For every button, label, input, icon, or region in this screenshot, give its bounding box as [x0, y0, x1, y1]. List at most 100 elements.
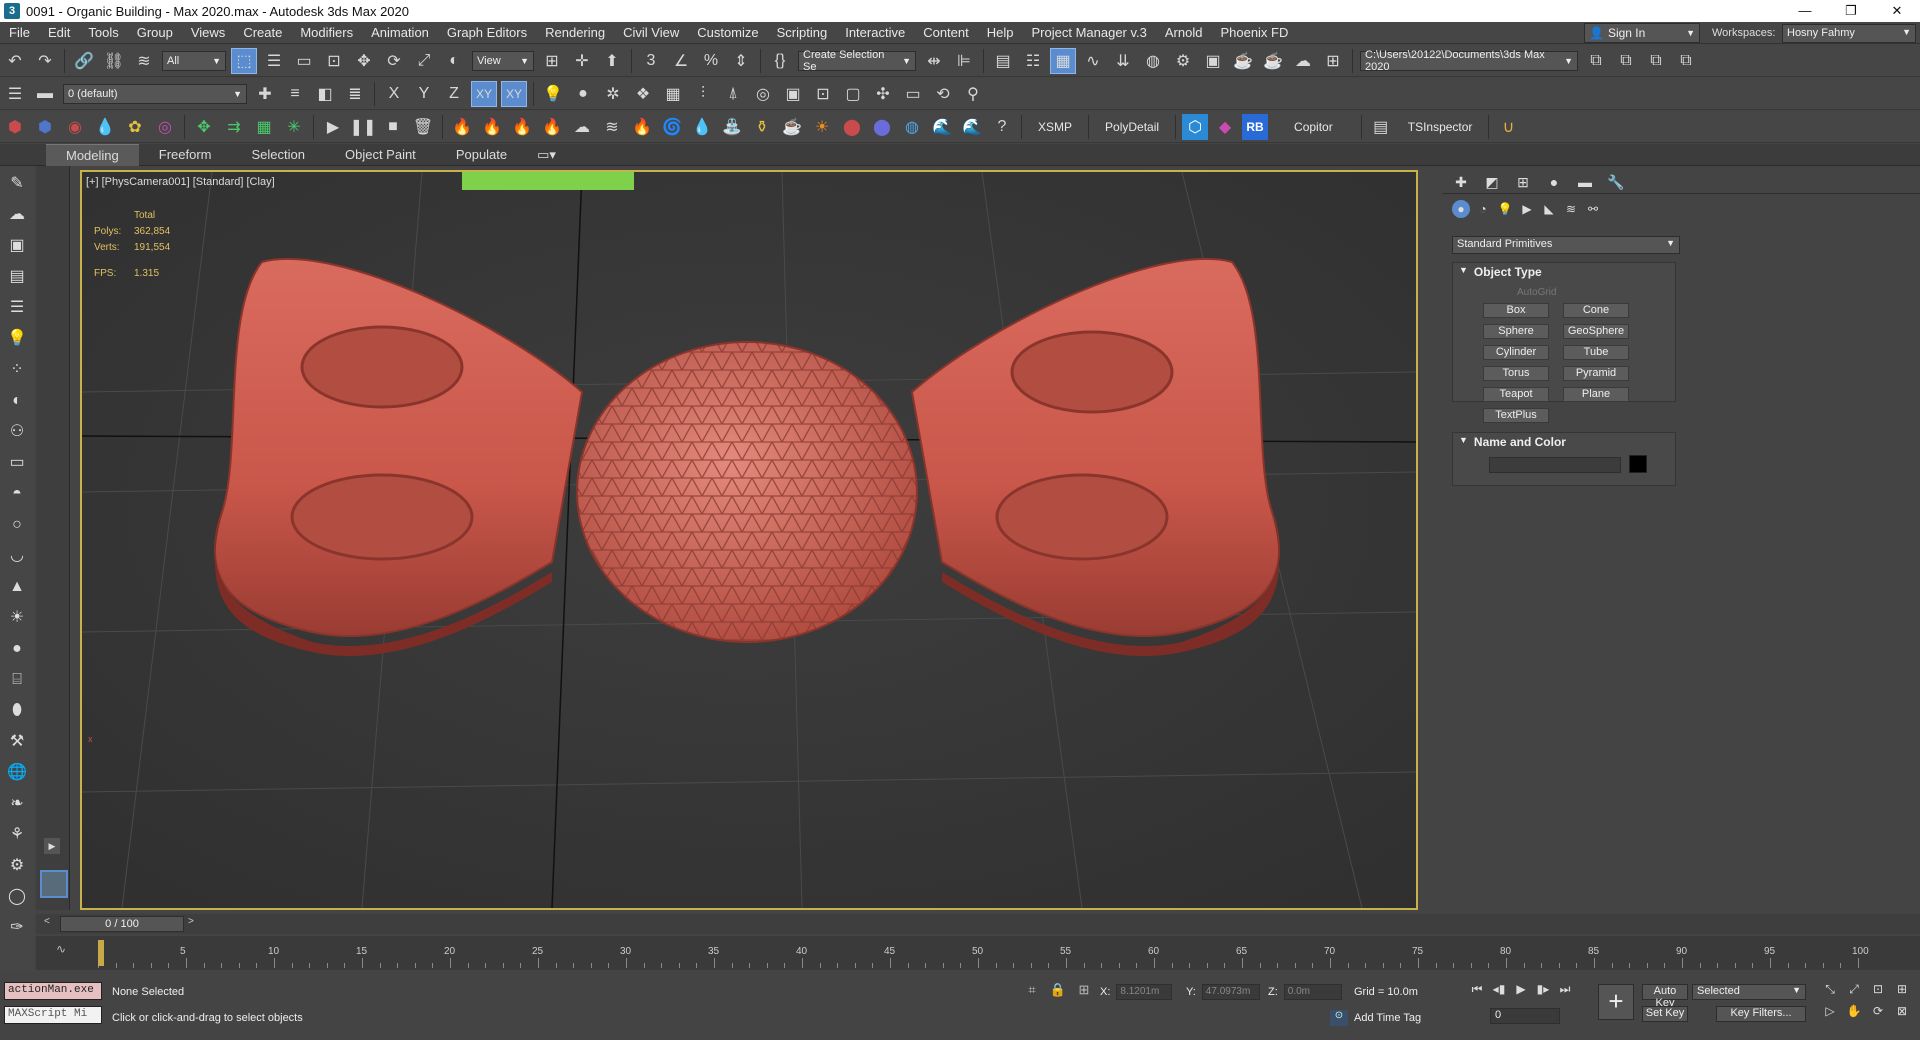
tab-populate[interactable]: Populate: [436, 144, 527, 166]
bulb-icon[interactable]: ⚲: [960, 81, 986, 107]
grid-green-icon[interactable]: ▦: [251, 114, 277, 140]
leaf-icon[interactable]: ❧: [4, 791, 30, 817]
teapot-button[interactable]: Teapot: [1483, 387, 1549, 402]
xsmp-button[interactable]: XSMP: [1026, 120, 1084, 134]
geometry-icon[interactable]: ●: [1452, 200, 1470, 218]
plane-button[interactable]: Plane: [1563, 387, 1629, 402]
paint-icon[interactable]: ◐: [4, 388, 30, 414]
stop-icon[interactable]: ■: [380, 114, 406, 140]
sun-icon[interactable]: ☀: [4, 605, 30, 631]
script-icon[interactable]: ✑: [4, 915, 30, 941]
render-iterative-icon[interactable]: ☕: [1260, 48, 1286, 74]
copitor-button[interactable]: Copitor: [1270, 120, 1357, 134]
y-field[interactable]: 47.0973m: [1201, 984, 1260, 1000]
diamond-plugin-icon[interactable]: ◆: [1212, 114, 1238, 140]
lights-icon[interactable]: 💡: [1496, 200, 1514, 218]
menu-views[interactable]: Views: [182, 25, 234, 40]
maxscript-mini-listener[interactable]: MAXScript Mi: [4, 1006, 102, 1024]
reference-coordinate-dropdown[interactable]: View ▼: [472, 50, 534, 71]
undo-icon[interactable]: ↶: [2, 48, 28, 74]
zoom-icon[interactable]: ⤡: [1818, 982, 1842, 1004]
menu-help[interactable]: Help: [978, 25, 1023, 40]
tab-modeling[interactable]: Modeling: [46, 143, 139, 166]
add-time-tag[interactable]: ⊙ Add Time Tag: [1330, 1010, 1421, 1026]
unlink-icon[interactable]: ⛓: [101, 48, 127, 74]
purple-icon[interactable]: ⬤: [869, 114, 895, 140]
menu-scripting[interactable]: Scripting: [768, 25, 837, 40]
field-of-view-icon[interactable]: ▷: [1818, 1004, 1842, 1026]
tab-freeform[interactable]: Freeform: [139, 144, 232, 166]
category-dropdown[interactable]: Standard Primitives ▼: [1452, 236, 1680, 254]
menu-create[interactable]: Create: [234, 25, 291, 40]
toggle-scene-explorer-icon[interactable]: ▤: [990, 48, 1016, 74]
display-tab-icon[interactable]: ▬: [1572, 171, 1598, 193]
hf-icon[interactable]: ⚘: [4, 822, 30, 848]
set-project-folder-icon[interactable]: ⧉: [1583, 48, 1609, 74]
group-icon[interactable]: ⚇: [4, 419, 30, 445]
cube-plugin-icon[interactable]: ⬡: [1182, 113, 1209, 140]
layer-explorer-icon[interactable]: ☰: [2, 81, 28, 107]
bind-space-warp-icon[interactable]: ≋: [131, 48, 157, 74]
help-icon[interactable]: ?: [989, 114, 1015, 140]
absolute-mode-icon[interactable]: ⊞: [1074, 982, 1094, 1000]
select-object-icon[interactable]: ⬚: [231, 47, 257, 74]
workspace-dropdown[interactable]: Hosny Fahmy ▼: [1782, 24, 1916, 43]
burst-icon[interactable]: ✳: [281, 114, 307, 140]
box-primitive-icon[interactable]: ⬢: [2, 114, 28, 140]
cloud-icon[interactable]: ☁: [4, 202, 30, 228]
menu-civil-view[interactable]: Civil View: [614, 25, 688, 40]
geo-icon[interactable]: ⬢: [32, 114, 58, 140]
region-icon[interactable]: ▭: [900, 81, 926, 107]
key-filters-button[interactable]: Key Filters...: [1716, 1006, 1806, 1022]
named-selection-dropdown[interactable]: Create Selection Se ▼: [798, 49, 916, 73]
time-next-button[interactable]: >: [188, 916, 200, 932]
go-to-start-icon[interactable]: ⏮: [1466, 982, 1488, 1000]
axis-xy-button[interactable]: XY: [471, 80, 497, 107]
modify-tab-icon[interactable]: ◩: [1479, 171, 1505, 193]
next-frame-icon[interactable]: ▮▸: [1532, 982, 1554, 1000]
keyboard-shortcut-override-icon[interactable]: ⬆: [599, 48, 625, 74]
footsteps-icon[interactable]: ⍋: [720, 81, 746, 107]
light-icon[interactable]: 💡: [4, 326, 30, 352]
create-icon[interactable]: ✎: [4, 171, 30, 197]
rect-icon[interactable]: ▭: [4, 450, 30, 476]
space-warps-icon[interactable]: ≋: [1562, 200, 1580, 218]
dome-icon[interactable]: ◓: [4, 481, 30, 507]
create-new-layer-icon[interactable]: ✚: [252, 81, 278, 107]
cone-button[interactable]: Cone: [1563, 303, 1629, 318]
fire-smoke-icon[interactable]: ☀: [809, 114, 835, 140]
fire-simulator-icon[interactable]: 🔥: [479, 114, 505, 140]
helpers-icon[interactable]: ◣: [1540, 200, 1558, 218]
tsinspector-button[interactable]: TSInspector: [1396, 120, 1485, 134]
autogrid-checkbox[interactable]: AutoGrid: [1517, 287, 1556, 298]
toggle-layer-explorer-icon[interactable]: ☷: [1020, 48, 1046, 74]
rotate-icon[interactable]: ⟳: [381, 48, 407, 74]
expand-arrow-icon[interactable]: ▶: [44, 838, 60, 854]
liquid-sim-icon[interactable]: ⛲: [719, 114, 745, 140]
vortex-icon[interactable]: 🌀: [659, 114, 685, 140]
sign-in-dropdown[interactable]: 👤 Sign In ▼: [1584, 23, 1700, 43]
cameras-icon[interactable]: ▶: [1518, 200, 1536, 218]
object-icon[interactable]: ●: [570, 81, 596, 107]
motion-tab-icon[interactable]: ●: [1541, 171, 1567, 193]
play-icon[interactable]: ▶: [320, 114, 346, 140]
object-type-header[interactable]: ▼ Object Type: [1453, 263, 1675, 281]
track-bar[interactable]: ∿ 5 10 15 20 25 30 35 40 45 50 55 60 65 70 75 80 85 90 95 1…: [36, 936, 1920, 970]
material-editor-icon[interactable]: ◍: [1140, 48, 1166, 74]
compound-icon[interactable]: ✲: [600, 81, 626, 107]
droplet-icon[interactable]: 💧: [92, 114, 118, 140]
name-and-color-header[interactable]: ▼ Name and Color: [1453, 433, 1675, 451]
document-icon[interactable]: ▤: [4, 264, 30, 290]
menu-edit[interactable]: Edit: [39, 25, 79, 40]
toggle-ribbon-icon[interactable]: ▦: [1050, 47, 1076, 74]
pause-icon[interactable]: ❚❚: [350, 114, 377, 140]
time-cursor[interactable]: [98, 940, 104, 966]
align-icon[interactable]: ⊫: [951, 48, 977, 74]
create-tab-icon[interactable]: ✚: [1448, 171, 1474, 193]
menu-content[interactable]: Content: [914, 25, 978, 40]
rendered-frame-window-icon[interactable]: ▣: [1200, 48, 1226, 74]
pill-icon[interactable]: ⬮: [4, 698, 30, 724]
dots-icon[interactable]: ⁘: [4, 357, 30, 383]
image-icon[interactable]: ▣: [4, 233, 30, 259]
menu-tools[interactable]: Tools: [79, 25, 127, 40]
